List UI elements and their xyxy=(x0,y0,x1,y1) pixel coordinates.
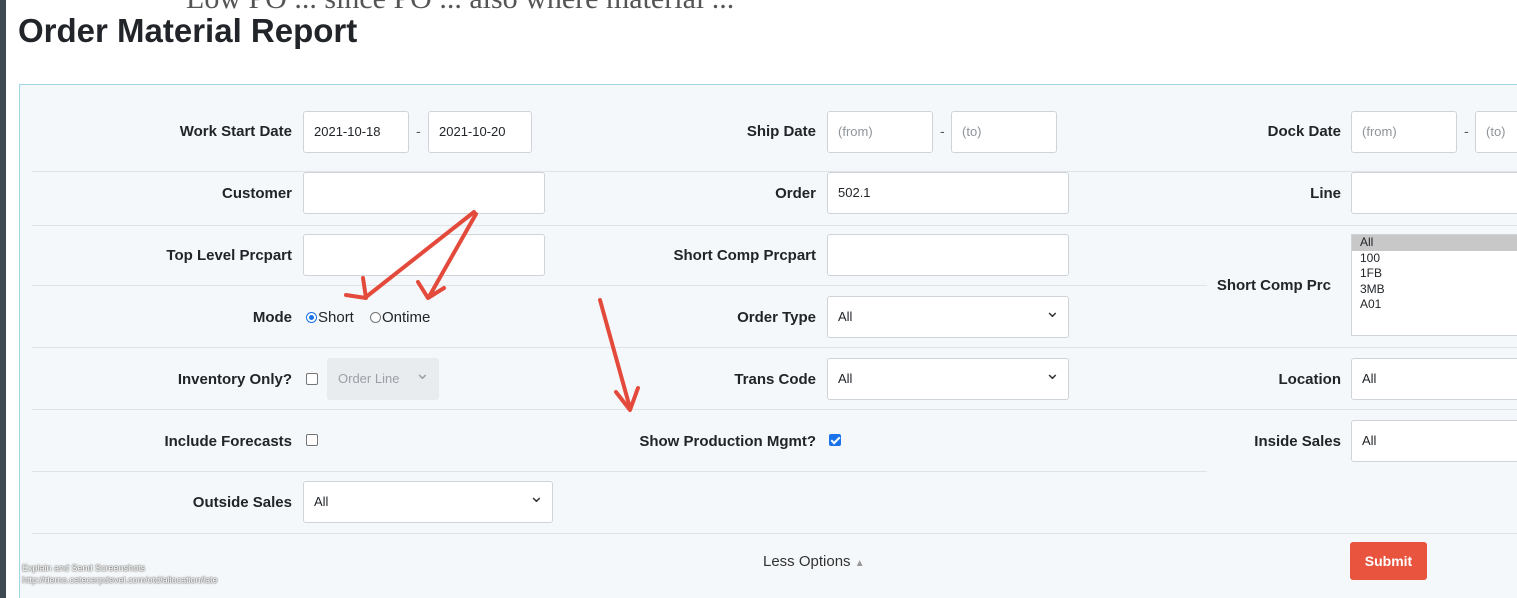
annotation-arrows xyxy=(344,210,640,412)
report-page: Low PO ... since PO ... also where mater… xyxy=(6,0,1517,598)
watermark-url: http://demo.cetecerpdevel.com/otd/alloca… xyxy=(22,575,218,585)
arrowhead-icon xyxy=(344,276,368,300)
watermark-line: Explain and Send Screenshots xyxy=(22,563,146,573)
watermark: Explain and Send Screenshots http://demo… xyxy=(22,562,218,586)
